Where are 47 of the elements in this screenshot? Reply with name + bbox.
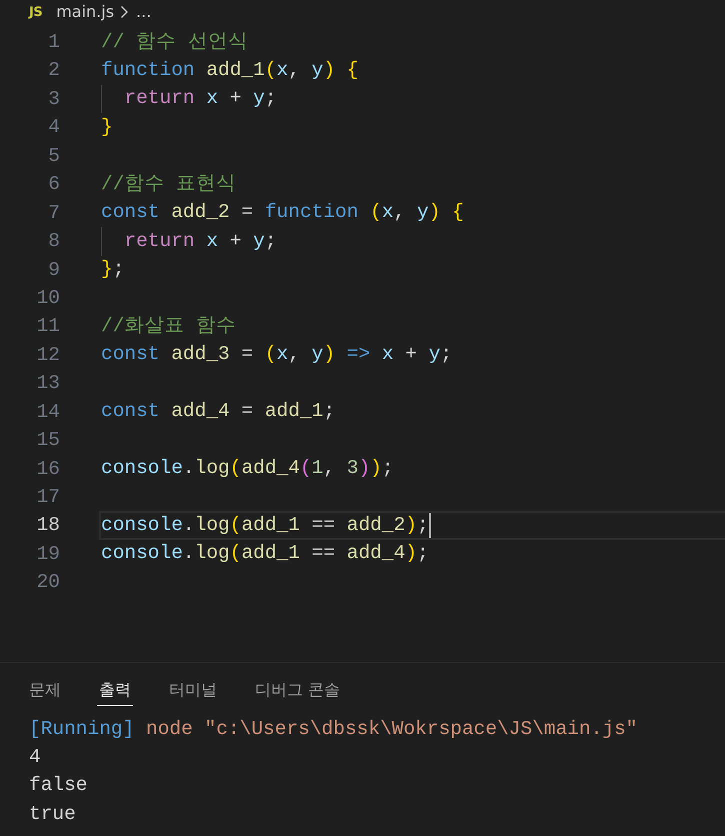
line-number: 7 bbox=[47, 200, 61, 226]
code-line: const add_2 = function (x, y) { bbox=[101, 201, 464, 225]
code-line: return x + y; bbox=[124, 87, 277, 111]
code-line: //화살표 함수 bbox=[101, 314, 236, 338]
code-line: console.log(add_1 == add_4); bbox=[101, 542, 429, 566]
panel-tab[interactable]: 디버그 콘솔 bbox=[253, 676, 342, 706]
code-line: }; bbox=[101, 258, 124, 282]
line-number: 2 bbox=[47, 58, 61, 84]
code-line: console.log(add_1 == add_2); bbox=[101, 514, 429, 538]
code-line: console.log(add_4(1, 3)); bbox=[101, 457, 394, 480]
line-number: 3 bbox=[47, 86, 61, 112]
output-line: [Running] node "c:\Users\dbssk\Wokrspace\JS\main.js" bbox=[29, 718, 638, 741]
line-number: 5 bbox=[47, 144, 61, 169]
line-number: 4 bbox=[47, 115, 61, 140]
breadcrumb-file[interactable]: main.js bbox=[56, 2, 114, 22]
line-number: 18 bbox=[36, 513, 61, 538]
code-line: function add_1(x, y) { bbox=[101, 58, 358, 82]
breadcrumb-more[interactable]: ... bbox=[136, 2, 152, 22]
line-number: 11 bbox=[36, 314, 61, 340]
line-number: 13 bbox=[36, 371, 61, 396]
chevron-right-icon bbox=[120, 5, 130, 19]
code-line: } bbox=[101, 116, 113, 140]
panel-tab[interactable]: 터미널 bbox=[167, 676, 219, 706]
line-number: 9 bbox=[47, 258, 61, 282]
code-line: const add_4 = add_1; bbox=[101, 400, 336, 424]
output-line: false bbox=[29, 774, 88, 798]
line-number: 19 bbox=[36, 542, 61, 567]
code-line: return x + y; bbox=[124, 230, 277, 253]
file-type-icon: JS bbox=[29, 6, 42, 18]
panel-tab[interactable]: 출력 bbox=[97, 676, 133, 706]
output-line: true bbox=[29, 802, 76, 826]
line-number: 6 bbox=[47, 172, 61, 198]
code-line: // 함수 선언식 bbox=[101, 30, 248, 54]
code-line: //함수 표현식 bbox=[101, 172, 236, 196]
line-number: 16 bbox=[36, 456, 61, 482]
line-number: 14 bbox=[36, 400, 61, 425]
code-line: const add_3 = (x, y) => x + y; bbox=[101, 343, 452, 367]
line-number: 8 bbox=[47, 229, 61, 254]
line-number: 17 bbox=[36, 485, 61, 510]
output-line: 4 bbox=[29, 746, 41, 770]
line-number: 10 bbox=[36, 286, 61, 311]
panel-tab[interactable]: 문제 bbox=[27, 676, 63, 706]
line-number: 1 bbox=[47, 30, 61, 55]
text-cursor bbox=[428, 513, 431, 538]
line-number: 20 bbox=[36, 570, 61, 596]
line-number: 12 bbox=[36, 342, 61, 368]
line-number: 15 bbox=[36, 428, 61, 454]
